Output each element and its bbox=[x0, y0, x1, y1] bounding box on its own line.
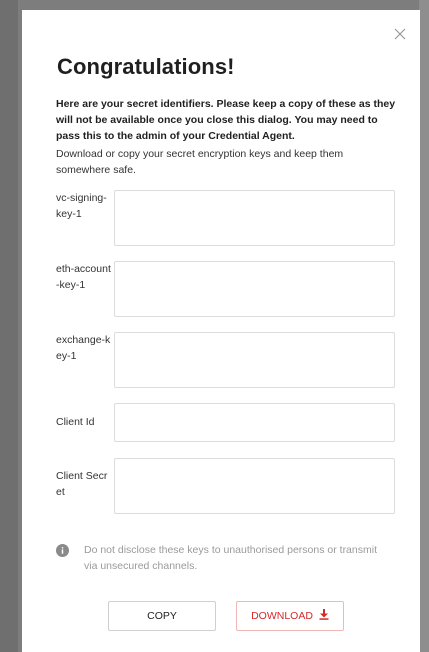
key-value-field[interactable] bbox=[114, 261, 395, 317]
key-row-exchange: exchange-key-1 bbox=[56, 332, 398, 388]
key-row-vc-signing: vc-signing-key-1 bbox=[56, 190, 398, 246]
close-icon[interactable] bbox=[392, 26, 408, 42]
download-button-label: DOWNLOAD bbox=[251, 610, 313, 622]
download-button[interactable]: DOWNLOAD bbox=[236, 601, 344, 631]
key-row-eth-account: eth-account-key-1 bbox=[56, 261, 398, 317]
intro-instruction-text: Download or copy your secret encryption … bbox=[56, 148, 344, 176]
key-value-field[interactable] bbox=[114, 190, 395, 246]
backdrop-right-strip bbox=[419, 0, 429, 652]
copy-button-label: COPY bbox=[147, 610, 177, 622]
dialog-title: Congratulations! bbox=[57, 54, 235, 79]
secret-keys-dialog: Congratulations! Here are your secret id… bbox=[22, 10, 420, 652]
key-value-field[interactable] bbox=[114, 332, 395, 388]
key-label: exchange-key-1 bbox=[56, 334, 111, 362]
notice-text: Do not disclose these keys to unauthoris… bbox=[84, 544, 377, 572]
key-row-client-secret: Client Secret bbox=[56, 458, 398, 514]
key-value-field[interactable] bbox=[114, 403, 395, 442]
copy-button[interactable]: COPY bbox=[108, 601, 216, 631]
backdrop-left-strip bbox=[0, 0, 18, 652]
info-icon bbox=[56, 544, 69, 557]
key-label: eth-account-key-1 bbox=[56, 263, 111, 291]
key-label: Client Id bbox=[56, 416, 95, 428]
intro-warning-text: Here are your secret identifiers. Please… bbox=[56, 98, 396, 142]
key-value-field[interactable] bbox=[114, 458, 395, 514]
key-row-client-id: Client Id bbox=[56, 403, 398, 442]
download-icon bbox=[319, 609, 329, 623]
key-label: vc-signing-key-1 bbox=[56, 192, 107, 220]
key-label: Client Secret bbox=[56, 470, 108, 498]
